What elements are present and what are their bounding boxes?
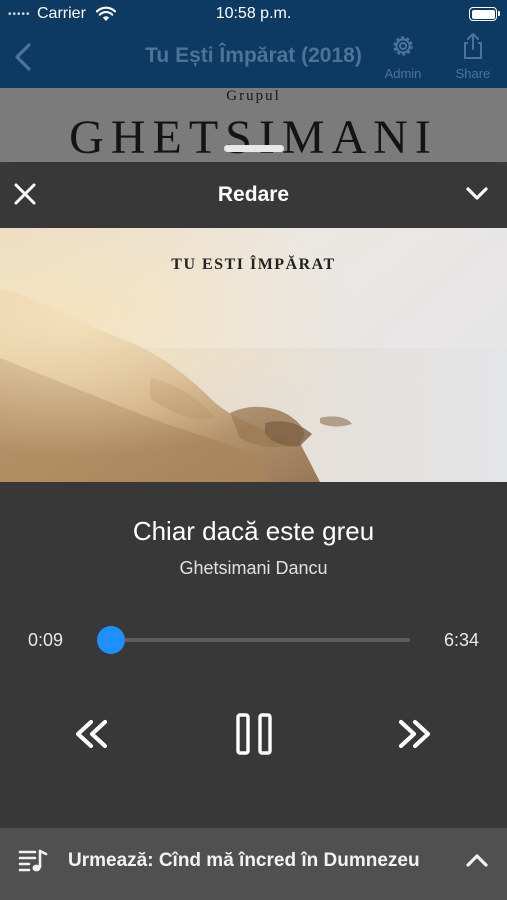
- share-icon: [464, 33, 482, 59]
- chevron-down-icon[interactable]: [465, 184, 489, 204]
- gear-icon: [393, 36, 413, 56]
- status-bar: ••••• Carrier 10:58 p.m.: [0, 0, 507, 30]
- cover-group-name: GHETSIMANI: [69, 111, 438, 163]
- cover-overline: Grupul: [226, 88, 281, 104]
- share-button[interactable]: Share: [443, 32, 503, 81]
- song-title: Chiar dacă este greu: [132, 516, 375, 546]
- battery-icon: [469, 7, 500, 21]
- total-duration: 6:34: [443, 630, 479, 650]
- fast-forward-icon[interactable]: [394, 710, 436, 758]
- rewind-icon[interactable]: [70, 710, 112, 758]
- song-artist: Ghetsimani Dancu: [179, 558, 328, 578]
- screen: ••••• Carrier 10:58 p.m. Tu Ești Împărat…: [0, 0, 507, 900]
- share-label: Share: [455, 66, 491, 81]
- admin-button[interactable]: Admin: [373, 32, 433, 81]
- admin-label: Admin: [384, 66, 422, 81]
- chevron-up-icon[interactable]: [465, 850, 489, 870]
- clock: 10:58 p.m.: [215, 5, 292, 22]
- elapsed-time: 0:09: [28, 630, 64, 650]
- sheet-title: Redare: [217, 183, 290, 206]
- playback-progress: 0:09 6:34: [0, 622, 507, 658]
- navigation-bar: Tu Ești Împărat (2018) Admin Share: [0, 30, 507, 86]
- sheet-header: Redare: [0, 162, 507, 228]
- now-playing-sheet: Redare TU ESTI ÎMPĂRAT Chiar dacă este g…: [0, 162, 507, 828]
- progress-thumb[interactable]: [97, 626, 126, 654]
- playback-controls: [0, 710, 507, 760]
- up-next-label: Urmează: Cînd mă încred în Dumnezeu: [68, 850, 420, 871]
- artwork-title: TU ESTI ÎMPĂRAT: [171, 256, 336, 273]
- sheet-grabber-handle[interactable]: [224, 145, 284, 152]
- pause-icon[interactable]: [234, 710, 274, 758]
- album-artwork: TU ESTI ÎMPĂRAT: [0, 228, 507, 482]
- queue-music-icon: [18, 849, 48, 872]
- progress-track[interactable]: [98, 638, 410, 642]
- up-next-bar[interactable]: Urmează: Cînd mă încred în Dumnezeu: [0, 828, 507, 900]
